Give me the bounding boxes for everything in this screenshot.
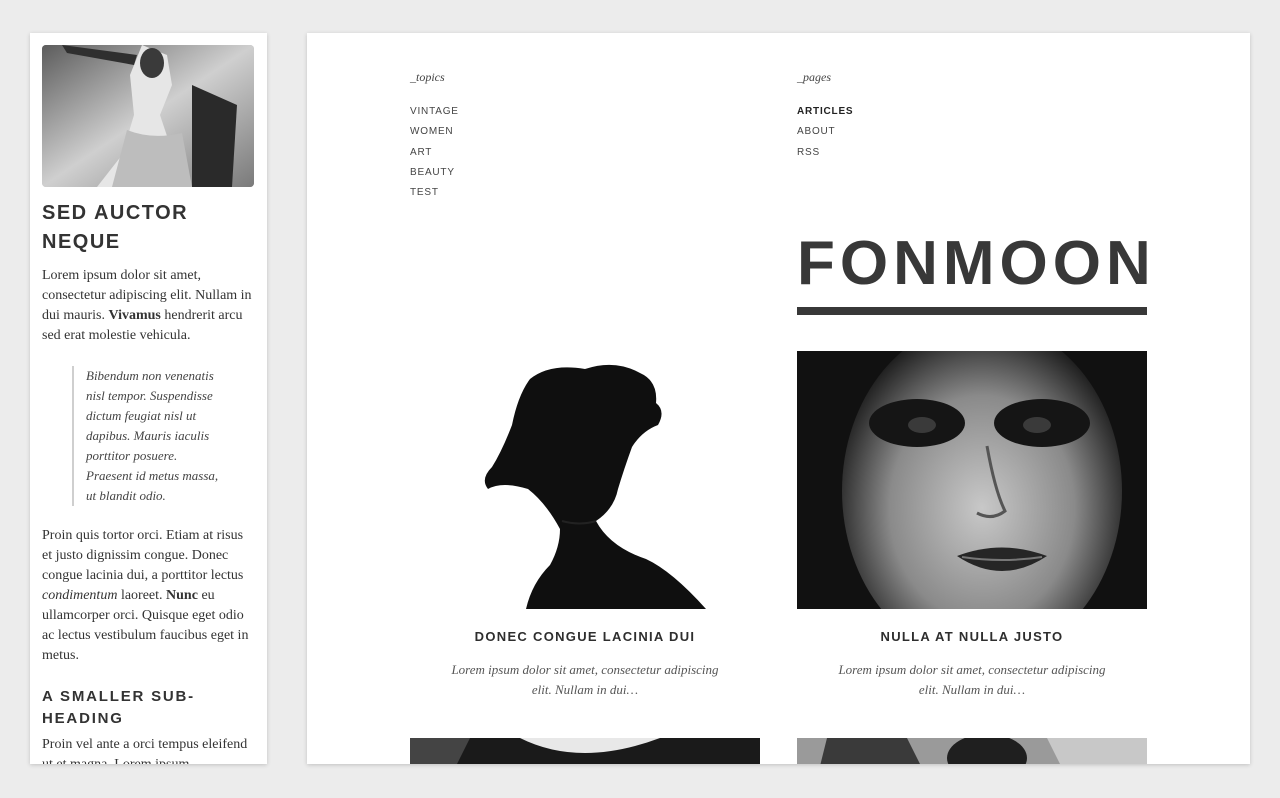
topic-link-vintage[interactable]: VINTAGE: [410, 102, 459, 122]
post-thumbnail[interactable]: [410, 738, 760, 764]
paragraph-text: Proin quis tortor orci. Etiam at risus e…: [42, 528, 244, 583]
topic-link-beauty[interactable]: BEAUTY: [410, 163, 459, 183]
article-subheading: A SMALLER SUB-HEADING: [42, 688, 195, 727]
blog-main-page: _topics VINTAGE WOMEN ART BEAUTY TEST _p…: [307, 33, 1250, 764]
logo-underline: [797, 307, 1147, 315]
page-link-articles[interactable]: ARTICLES: [797, 102, 853, 122]
topics-heading: _topics: [410, 70, 445, 84]
paragraph-italic-text: condimentum: [42, 588, 118, 603]
paragraph-text-mid: laoreet.: [117, 588, 167, 603]
pages-list: ARTICLES ABOUT RSS: [797, 102, 853, 163]
site-logo[interactable]: FONMOON: [797, 231, 1151, 297]
topic-link-test[interactable]: TEST: [410, 183, 459, 203]
post-thumbnail[interactable]: [797, 738, 1147, 764]
topic-link-women[interactable]: WOMEN: [410, 122, 459, 142]
post-card: NULLA AT NULLA JUSTO Lorem ipsum dolor s…: [797, 351, 1147, 700]
article-blockquote: Bibendum non venenatis nisl tempor. Susp…: [72, 366, 222, 506]
post-title-link[interactable]: NULLA AT NULLA JUSTO: [797, 629, 1147, 645]
post-thumbnail[interactable]: [410, 351, 760, 609]
pages-heading: _pages: [797, 70, 831, 84]
post-title-link[interactable]: DONEC CONGUE LACINIA DUI: [410, 629, 760, 645]
topic-link-art[interactable]: ART: [410, 143, 459, 163]
article-title: SED AUCTOR NEQUE: [42, 202, 189, 253]
article-paragraph: Proin quis tortor orci. Etiam at risus e…: [42, 526, 255, 666]
sidebar-article-card: SED AUCTOR NEQUE Lorem ipsum dolor sit a…: [30, 33, 267, 764]
pages-nav: _pages ARTICLES ABOUT RSS: [797, 70, 853, 163]
article-tail-paragraph: Proin vel ante a orci tempus eleifend ut…: [42, 737, 248, 764]
topics-list: VINTAGE WOMEN ART BEAUTY TEST: [410, 102, 459, 203]
topics-nav: _topics VINTAGE WOMEN ART BEAUTY TEST: [410, 70, 459, 203]
post-thumbnail[interactable]: [797, 351, 1147, 609]
page-link-about[interactable]: ABOUT: [797, 122, 853, 142]
page-link-rss[interactable]: RSS: [797, 143, 853, 163]
paragraph-bold-text: Nunc: [166, 588, 198, 603]
post-excerpt: Lorem ipsum dolor sit amet, consectetur …: [838, 662, 1106, 697]
intro-bold-text: Vivamus: [108, 308, 161, 323]
article-photo: [42, 45, 254, 187]
post-excerpt: Lorem ipsum dolor sit amet, consectetur …: [451, 662, 719, 697]
post-card: DONEC CONGUE LACINIA DUI Lorem ipsum dol…: [410, 351, 760, 700]
article-intro: Lorem ipsum dolor sit amet, consectetur …: [42, 266, 255, 346]
